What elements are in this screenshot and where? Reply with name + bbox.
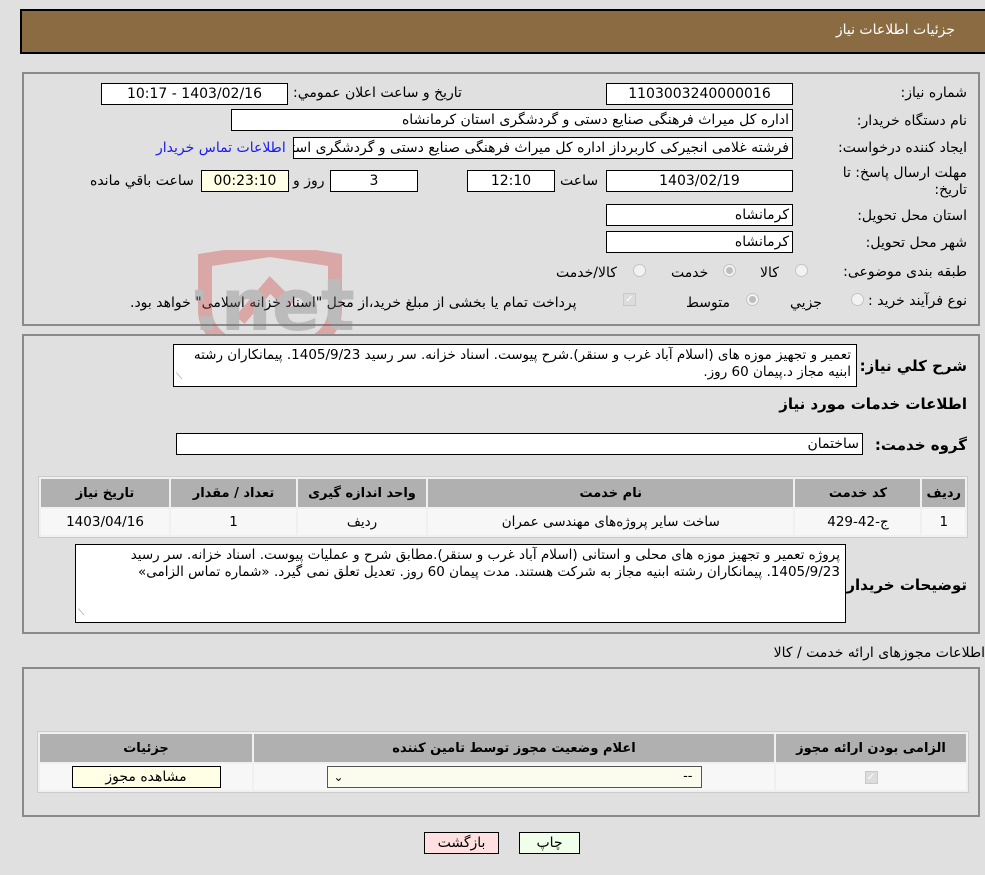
service-group-field: ساختمان xyxy=(176,433,863,455)
category-option-goods: کالا xyxy=(760,265,779,281)
deadline-days-field: 3 xyxy=(330,170,418,192)
cell-service-code: ج-42-429 xyxy=(795,509,921,535)
announce-datetime-field: 1403/02/16 - 10:17 xyxy=(101,83,288,105)
cell-unit: ردیف xyxy=(298,509,426,535)
permit-status-value: -- xyxy=(683,769,693,784)
need-number-field: 1103003240000016 xyxy=(606,83,793,105)
deadline-label: مهلت ارسال پاسخ: تا تاریخ: xyxy=(842,165,967,198)
category-radio-service[interactable] xyxy=(723,264,736,277)
requester-label: ایجاد کننده درخواست: xyxy=(838,140,967,156)
col-need-date: تاریخ نیاز xyxy=(41,479,169,507)
category-radio-goods-service[interactable] xyxy=(633,264,646,277)
summary-text: تعمیر و تجهیز موزه های (اسلام آباد غرب و… xyxy=(193,347,851,380)
cell-permit-details: مشاهده مجوز xyxy=(40,764,252,790)
table-row: ✓ -- ⌄ مشاهده مجوز xyxy=(40,764,966,790)
need-number-label: شماره نیاز: xyxy=(900,85,968,101)
treasury-checkbox[interactable]: ✓ xyxy=(623,293,636,306)
delivery-province-label: استان محل تحویل: xyxy=(857,208,967,224)
permits-table: الزامی بودن ارائه مجوز اعلام وضعیت مجوز … xyxy=(37,731,969,793)
permits-section-title: اطلاعات مجوزهای ارائه خدمت / کالا xyxy=(773,645,985,661)
chevron-down-icon: ⌄ xyxy=(333,770,344,784)
print-button[interactable]: چاپ xyxy=(519,832,580,854)
services-section-title: اطلاعات خدمات مورد نیاز xyxy=(779,395,967,413)
col-permit-required: الزامی بودن ارائه مجوز xyxy=(776,734,966,762)
category-option-service: خدمت xyxy=(671,265,709,281)
purchase-radio-medium[interactable] xyxy=(746,293,759,306)
resize-grip-icon[interactable]: ⟋ xyxy=(78,605,84,622)
permit-required-checkbox[interactable]: ✓ xyxy=(864,770,878,784)
cell-row: 1 xyxy=(922,509,965,535)
buyer-contact-link[interactable]: اطلاعات تماس خریدار xyxy=(156,140,286,156)
purchase-radio-minor[interactable] xyxy=(851,293,864,306)
deadline-time-field: 12:10 xyxy=(467,170,555,192)
category-radio-goods[interactable] xyxy=(795,264,808,277)
summary-textarea[interactable]: تعمیر و تجهیز موزه های (اسلام آباد غرب و… xyxy=(173,344,857,387)
category-option-goods-service: کالا/خدمت xyxy=(556,265,617,281)
permits-table-wrap: الزامی بودن ارائه مجوز اعلام وضعیت مجوز … xyxy=(37,731,969,793)
table-row: 1 ج-42-429 ساخت سایر پروژه‌های مهندسی عم… xyxy=(41,509,965,535)
col-row: ردیف xyxy=(922,479,965,507)
buyer-org-field: اداره کل میراث فرهنگی صنایع دستی و گردشگ… xyxy=(231,109,793,131)
services-table: ردیف کد خدمت نام خدمت واحد اندازه گیری ت… xyxy=(38,476,968,538)
delivery-province-field: کرمانشاه xyxy=(606,204,793,226)
col-service-name: نام خدمت xyxy=(428,479,794,507)
buyer-notes-textarea[interactable]: پروژه تعمیر و تجهیز موزه های محلی و استا… xyxy=(75,544,846,623)
category-label: طبقه بندی موضوعی: xyxy=(843,264,967,280)
deadline-time-label: ساعت xyxy=(560,173,599,189)
services-table-header: ردیف کد خدمت نام خدمت واحد اندازه گیری ت… xyxy=(41,479,965,507)
remaining-time-field: 00:23:10 xyxy=(201,170,289,192)
col-permit-details: جزئیات xyxy=(40,734,252,762)
announce-datetime-label: تاریخ و ساعت اعلان عمومي: xyxy=(293,85,462,101)
services-table-wrap: ردیف کد خدمت نام خدمت واحد اندازه گیری ت… xyxy=(38,476,968,538)
cell-permit-status: -- ⌄ xyxy=(254,764,774,790)
page-title: جزئیات اطلاعات نیاز xyxy=(835,22,955,38)
col-permit-status: اعلام وضعیت مجوز توسط تامین کننده xyxy=(254,734,774,762)
cell-permit-required: ✓ xyxy=(776,764,966,790)
col-unit: واحد اندازه گیری xyxy=(298,479,426,507)
purchase-type-label: نوع فرآیند خرید : xyxy=(868,293,967,309)
service-group-label: گروه خدمت: xyxy=(874,436,967,454)
buyer-notes-label: توضیحات خریدار: xyxy=(840,576,967,594)
permit-status-select[interactable]: -- ⌄ xyxy=(326,766,702,788)
delivery-city-label: شهر محل تحویل: xyxy=(865,235,967,251)
view-permit-button[interactable]: مشاهده مجوز xyxy=(71,766,221,788)
remaining-label: ساعت باقي مانده xyxy=(90,173,194,189)
delivery-city-field: کرمانشاه xyxy=(606,231,793,253)
buyer-notes-text: پروژه تعمیر و تجهیز موزه های محلی و استا… xyxy=(130,547,840,580)
back-button[interactable]: بازگشت xyxy=(424,832,499,854)
col-service-code: کد خدمت xyxy=(795,479,921,507)
cell-need-date: 1403/04/16 xyxy=(41,509,169,535)
cell-service-name: ساخت سایر پروژه‌های مهندسی عمران xyxy=(428,509,794,535)
col-quantity: تعداد / مقدار xyxy=(171,479,296,507)
purchase-option-minor: جزیي xyxy=(790,295,822,311)
requester-field: فرشته غلامی انجیرکی کاربرداز اداره کل می… xyxy=(293,137,793,159)
days-label: روز و xyxy=(293,173,325,189)
permits-table-header: الزامی بودن ارائه مجوز اعلام وضعیت مجوز … xyxy=(40,734,966,762)
purchase-option-medium: متوسط xyxy=(686,295,730,311)
resize-grip-icon[interactable]: ⟋ xyxy=(176,369,182,386)
summary-label: شرح کلي نیاز: xyxy=(859,357,967,375)
buyer-org-label: نام دستگاه خریدار: xyxy=(856,113,967,129)
treasury-checkbox-label: پرداخت تمام یا بخشی از مبلغ خرید،از محل … xyxy=(130,295,577,311)
cell-quantity: 1 xyxy=(171,509,296,535)
deadline-date-field: 1403/02/19 xyxy=(606,170,793,192)
